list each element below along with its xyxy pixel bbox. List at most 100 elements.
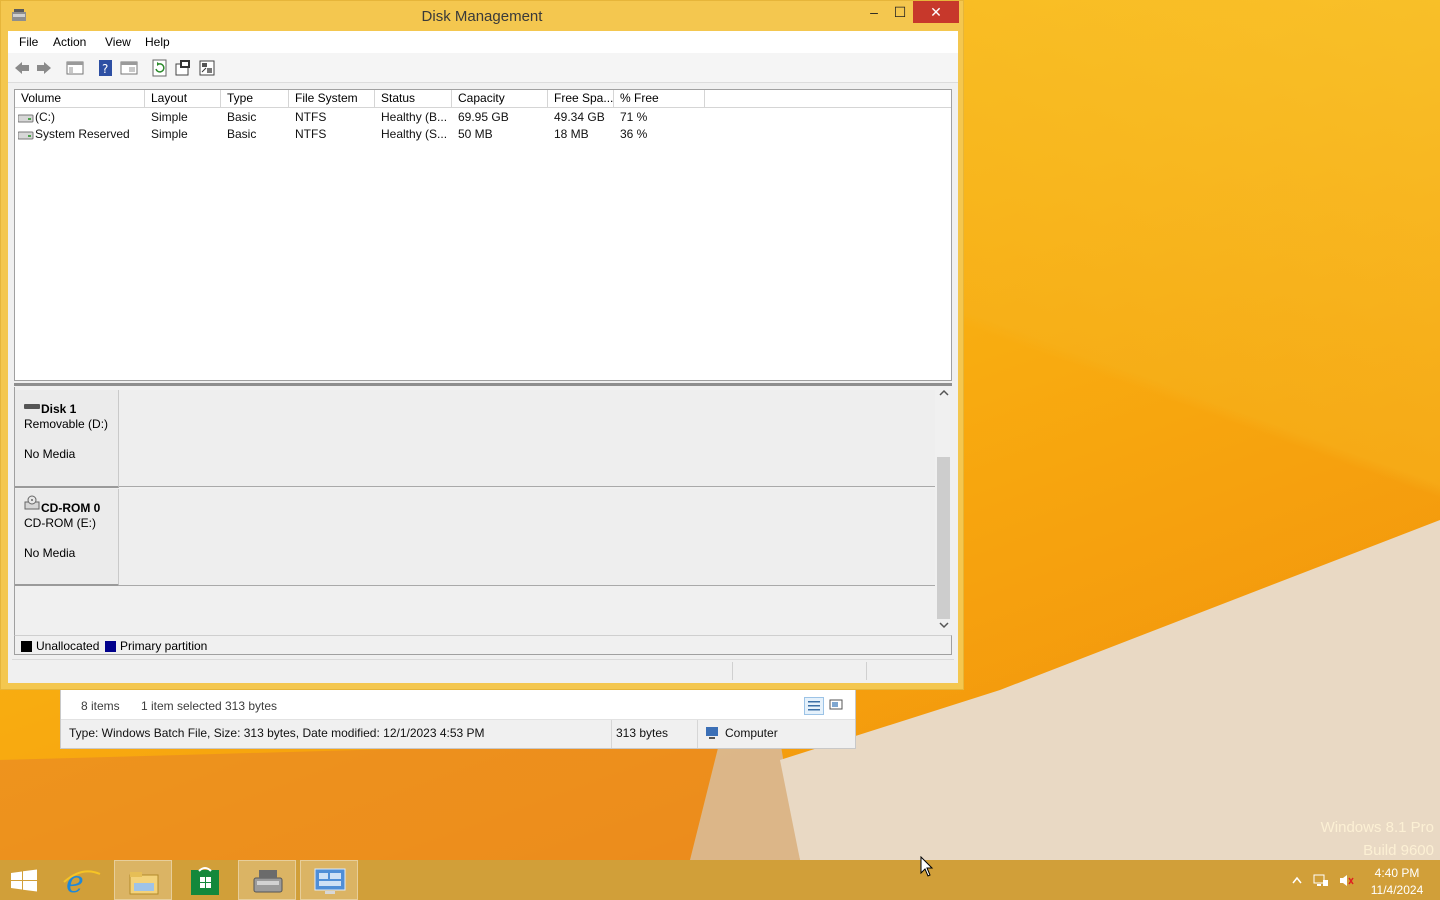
show-hidden-icons-icon[interactable] xyxy=(1291,873,1307,888)
column-type[interactable]: Type xyxy=(221,90,289,108)
column-layout[interactable]: Layout xyxy=(145,90,221,108)
cd-rom-0-label[interactable]: CD-ROM 0 CD-ROM (E:) No Media xyxy=(15,489,119,586)
cell-volume: System Reserved xyxy=(35,127,130,141)
selection-size: 313 bytes xyxy=(225,699,278,713)
rescan-disks-icon[interactable] xyxy=(198,59,216,77)
close-button[interactable]: ✕ xyxy=(913,1,959,23)
disk-status: No Media xyxy=(24,546,76,560)
volume-muted-icon[interactable] xyxy=(1338,873,1354,888)
remote-desktop-button[interactable] xyxy=(300,860,358,900)
maximize-button[interactable]: ☐ xyxy=(887,1,913,23)
minimize-button[interactable]: – xyxy=(861,1,887,23)
primary-partition-swatch xyxy=(105,641,116,652)
legend-unallocated: Unallocated xyxy=(36,639,100,653)
cell-capacity: 69.95 GB xyxy=(458,110,509,124)
svg-text:e: e xyxy=(66,865,84,900)
details-view-icon xyxy=(808,701,820,711)
large-icons-view-icon xyxy=(829,699,843,710)
internet-explorer-icon: e xyxy=(63,865,101,900)
location-label: Computer xyxy=(725,726,778,740)
disk-name: CD-ROM 0 xyxy=(41,501,101,515)
store-button[interactable] xyxy=(176,860,234,900)
cell-percent-free: 71 % xyxy=(620,110,648,124)
menu-help[interactable]: Help xyxy=(145,35,170,49)
cell-layout: Simple xyxy=(151,127,188,141)
cell-free-space: 18 MB xyxy=(554,127,589,141)
back-arrow-icon[interactable] xyxy=(13,59,31,77)
disk-status: No Media xyxy=(24,447,76,461)
cell-type: Basic xyxy=(227,110,257,124)
window-title: Disk Management xyxy=(421,8,543,25)
scroll-up-button[interactable] xyxy=(935,387,952,403)
disk-1-area[interactable] xyxy=(119,390,935,487)
column-volume[interactable]: Volume xyxy=(15,90,145,108)
mouse-cursor-icon xyxy=(920,855,934,878)
legend-primary-partition: Primary partition xyxy=(120,639,208,653)
column-file-system[interactable]: File System xyxy=(289,90,375,108)
start-button[interactable] xyxy=(0,860,48,900)
refresh-icon[interactable] xyxy=(151,59,169,77)
disk-type: CD-ROM (E:) xyxy=(24,516,96,530)
status-separator xyxy=(611,720,612,748)
cell-percent-free: 36 % xyxy=(620,127,648,141)
start-icon xyxy=(11,869,37,892)
volume-list[interactable]: Volume Layout Type File System Status Ca… xyxy=(14,89,952,381)
column-capacity[interactable]: Capacity xyxy=(452,90,548,108)
large-icons-view-button[interactable] xyxy=(827,697,847,715)
disk-1-label[interactable]: Disk 1 Removable (D:) No Media xyxy=(15,390,119,488)
volume-list-header: Volume Layout Type File System Status Ca… xyxy=(15,90,951,108)
help-icon[interactable]: ? xyxy=(97,59,115,77)
cell-layout: Simple xyxy=(151,110,188,124)
pane-splitter[interactable] xyxy=(14,383,952,386)
explorer-status-bar: 8 items 1 item selected 313 bytes xyxy=(61,690,855,720)
title-bar[interactable]: Disk Management – ☐ ✕ xyxy=(1,1,963,31)
properties-view-icon[interactable] xyxy=(120,59,138,77)
file-explorer-icon xyxy=(129,872,159,895)
system-clock[interactable]: 4:40 PM 11/4/2024 xyxy=(1362,865,1432,899)
clock-time: 4:40 PM xyxy=(1374,866,1420,880)
file-explorer-button[interactable] xyxy=(114,860,172,900)
toolbar: ? xyxy=(8,53,958,83)
scrollbar-thumb[interactable] xyxy=(937,457,950,619)
column-free-space[interactable]: Free Spa... xyxy=(548,90,614,108)
internet-explorer-button[interactable]: e xyxy=(52,860,110,900)
disk-management-window[interactable]: Disk Management – ☐ ✕ File Action View H… xyxy=(0,0,964,690)
cell-status: Healthy (B... xyxy=(381,110,448,124)
column-status[interactable]: Status xyxy=(375,90,452,108)
cd-rom-0-area[interactable] xyxy=(119,489,935,586)
disk-graphical-pane[interactable]: Disk 1 Removable (D:) No Media CD-ROM 0 … xyxy=(14,387,952,635)
menu-bar: File Action View Help xyxy=(8,31,958,53)
watermark-build: Build 9600 xyxy=(1363,842,1434,859)
cell-file-system: NTFS xyxy=(295,110,327,124)
disk-management-taskbar-button[interactable] xyxy=(238,860,296,900)
window-status-bar xyxy=(12,659,954,681)
table-row[interactable]: System Reserved Simple Basic NTFS Health… xyxy=(15,126,951,143)
column-percent-free[interactable]: % Free xyxy=(614,90,705,108)
show-hide-console-tree-icon[interactable] xyxy=(66,59,84,77)
forward-arrow-icon[interactable] xyxy=(35,59,53,77)
partition-legend: Unallocated Primary partition xyxy=(14,635,952,655)
file-size: 313 bytes xyxy=(616,726,669,740)
scroll-down-button[interactable] xyxy=(935,619,952,635)
disk-name: Disk 1 xyxy=(41,402,77,416)
explorer-details-bar: Type: Windows Batch File, Size: 313 byte… xyxy=(61,720,855,748)
cell-free-space: 49.34 GB xyxy=(554,110,605,124)
selection-count: 1 item selected xyxy=(141,699,222,713)
network-icon[interactable] xyxy=(1313,873,1329,888)
computer-icon xyxy=(705,726,721,743)
menu-action[interactable]: Action xyxy=(53,35,86,49)
cell-type: Basic xyxy=(227,127,257,141)
file-explorer-window-partial[interactable]: 8 items 1 item selected 313 bytes Type: … xyxy=(60,689,856,749)
menu-file[interactable]: File xyxy=(19,35,38,49)
clock-date: 11/4/2024 xyxy=(1370,883,1424,897)
windows-version-watermark: Windows 8.1 Pro Build 9600 xyxy=(1321,816,1434,860)
item-count: 8 items xyxy=(81,699,120,713)
table-row[interactable]: (C:) Simple Basic NTFS Healthy (B... 69.… xyxy=(15,109,951,126)
removable-disk-icon xyxy=(24,401,40,415)
export-list-icon[interactable] xyxy=(174,59,192,77)
svg-text:?: ? xyxy=(102,62,108,76)
status-separator xyxy=(732,662,733,680)
menu-view[interactable]: View xyxy=(105,35,131,49)
details-view-button[interactable] xyxy=(804,697,824,715)
disk-management-icon xyxy=(253,870,283,893)
